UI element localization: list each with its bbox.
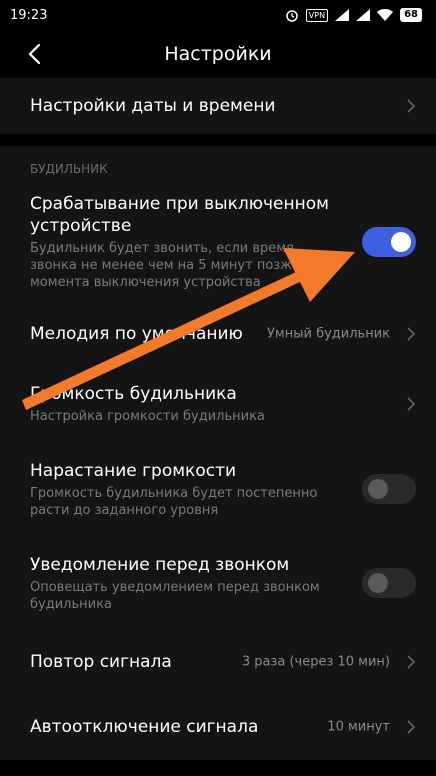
power-off-alarm-item[interactable]: Срабатывание при выключенном устройстве …	[0, 182, 436, 302]
wifi-icon	[377, 9, 394, 21]
auto-off-signal-item[interactable]: Автоотключение сигнала 10 минут	[0, 694, 436, 760]
chevron-right-icon	[407, 397, 416, 411]
alarm-icon	[286, 10, 298, 22]
date-time-label: Настройки даты и времени	[30, 96, 276, 116]
date-time-card: Настройки даты и времени	[0, 78, 436, 134]
repeat-signal-value: 3 раза (через 10 мин)	[241, 654, 390, 670]
pre-alarm-notification-subtitle: Оповещать уведомлением перед звонком буд…	[30, 579, 320, 612]
default-melody-value: Умный будильник	[267, 326, 390, 342]
back-arrow-icon[interactable]	[24, 42, 46, 66]
chevron-right-icon	[407, 655, 416, 669]
pre-alarm-notification-toggle[interactable]	[362, 568, 416, 598]
alarm-settings-card: БУДИЛЬНИК Срабатывание при выключенном у…	[0, 146, 436, 760]
toggle-knob	[368, 479, 388, 499]
battery-badge: 68	[400, 8, 422, 22]
auto-off-signal-value: 10 минут	[327, 719, 390, 735]
section-header-alarm: БУДИЛЬНИК	[30, 162, 108, 176]
top-bar: Настройки	[0, 30, 436, 78]
rising-volume-title: Нарастание громкости	[30, 460, 237, 481]
power-off-alarm-subtitle: Будильник будет звонить, если время звон…	[30, 241, 300, 290]
chevron-right-icon	[407, 720, 416, 734]
date-time-settings-item[interactable]: Настройки даты и времени	[0, 78, 436, 134]
rising-volume-toggle[interactable]	[362, 474, 416, 504]
default-melody-item[interactable]: Мелодия по умолчанию Умный будильник	[0, 302, 436, 366]
toggle-knob	[391, 232, 411, 252]
status-icons: VPN 68	[285, 8, 422, 22]
signal-icon	[335, 9, 350, 21]
pre-alarm-notification-item[interactable]: Уведомление перед звонком Оповещать увед…	[0, 536, 436, 630]
pre-alarm-notification-title: Уведомление перед звонком	[30, 554, 290, 575]
chevron-right-icon	[407, 327, 416, 341]
alarm-volume-subtitle: Настройка громкости будильника	[30, 409, 265, 424]
status-time: 19:23	[10, 7, 48, 23]
status-bar: 19:23 VPN 68	[0, 0, 436, 30]
signal-icon-2	[356, 9, 371, 21]
rising-volume-subtitle: Громкость будильника будет постепенно ра…	[30, 485, 318, 518]
toggle-knob	[368, 573, 388, 593]
section-gap	[0, 134, 436, 146]
repeat-signal-item[interactable]: Повтор сигнала 3 раза (через 10 мин)	[0, 630, 436, 694]
alarm-volume-item[interactable]: Громкость будильника Настройка громкости…	[0, 366, 436, 442]
power-off-alarm-toggle[interactable]	[362, 227, 416, 257]
rising-volume-item[interactable]: Нарастание громкости Громкость будильник…	[0, 442, 436, 536]
alarm-volume-title: Громкость будильника	[30, 384, 237, 404]
vpn-badge: VPN	[305, 8, 329, 22]
chevron-right-icon	[407, 99, 416, 113]
power-off-alarm-title: Срабатывание при выключенном устройстве	[30, 194, 329, 236]
page-title: Настройки	[164, 43, 272, 65]
